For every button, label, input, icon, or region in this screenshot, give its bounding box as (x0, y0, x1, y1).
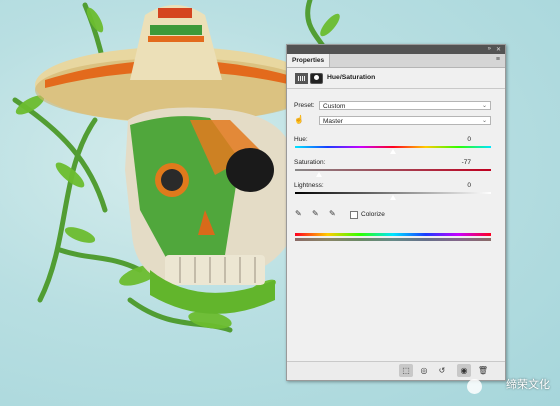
hue-label: Hue: (294, 136, 308, 143)
watermark-text: 缔荣文化 (506, 378, 550, 391)
hue-gradient (295, 146, 491, 148)
hue-value[interactable]: 0 (441, 136, 471, 143)
panel-title: Hue/Saturation (327, 74, 376, 81)
on-image-adjust-icon[interactable]: ☝ (294, 115, 304, 124)
saturation-slider-thumb[interactable] (314, 171, 323, 177)
preset-select[interactable]: Custom ⌄ (319, 101, 491, 110)
eyedropper-plus-icon[interactable]: ✎ (312, 209, 319, 218)
hue-slider-thumb[interactable] (389, 148, 397, 154)
colorize-label: Colorize (361, 211, 385, 218)
lightness-slider-thumb[interactable] (389, 194, 397, 200)
channel-select[interactable]: Master ⌄ (319, 116, 491, 125)
reset-icon[interactable]: ↺ (435, 364, 449, 377)
eyedropper-icon[interactable]: ✎ (295, 209, 302, 218)
collapse-arrows-icon[interactable]: » (488, 46, 491, 52)
lightness-value[interactable]: 0 (441, 182, 471, 189)
chevron-down-icon: ⌄ (481, 118, 487, 124)
close-icon[interactable]: ✕ (496, 46, 501, 53)
tab-properties[interactable]: Properties (287, 54, 331, 67)
adjustment-header: Hue/Saturation (287, 68, 505, 89)
visibility-eye-icon[interactable]: ◉ (457, 364, 471, 377)
panel-menu-icon[interactable]: ≡ (496, 56, 500, 63)
chevron-down-icon: ⌄ (481, 103, 487, 109)
eyedropper-minus-icon[interactable]: ✎ (329, 209, 336, 218)
clip-to-layer-icon[interactable]: ⬚ (399, 364, 413, 377)
lightness-label: Lightness: (294, 182, 324, 189)
properties-panel: » ✕ Properties ≡ Hue/Saturation Preset: … (286, 44, 506, 381)
saturation-label: Saturation: (294, 159, 326, 166)
lightness-gradient (295, 192, 491, 194)
preset-value: Custom (323, 103, 346, 110)
panel-footer: ⬚ ◎ ↺ ◉ 🗑 (287, 361, 505, 380)
panel-title-bar[interactable]: » ✕ (287, 45, 505, 54)
trash-icon[interactable]: 🗑 (476, 364, 490, 377)
layer-mask-icon[interactable] (310, 73, 323, 84)
preset-label: Preset: (294, 102, 315, 109)
saturation-value[interactable]: -77 (441, 159, 471, 166)
output-color-bar (295, 238, 491, 241)
saturation-gradient (295, 169, 491, 171)
input-color-bar (295, 233, 491, 236)
hue-saturation-adjustment-icon[interactable] (295, 73, 308, 84)
watermark-logo-icon (467, 379, 482, 394)
colorize-checkbox[interactable] (350, 211, 358, 219)
channel-value: Master (323, 118, 343, 125)
view-previous-state-icon[interactable]: ◎ (417, 364, 431, 377)
panel-tab-row: Properties ≡ (287, 54, 505, 68)
